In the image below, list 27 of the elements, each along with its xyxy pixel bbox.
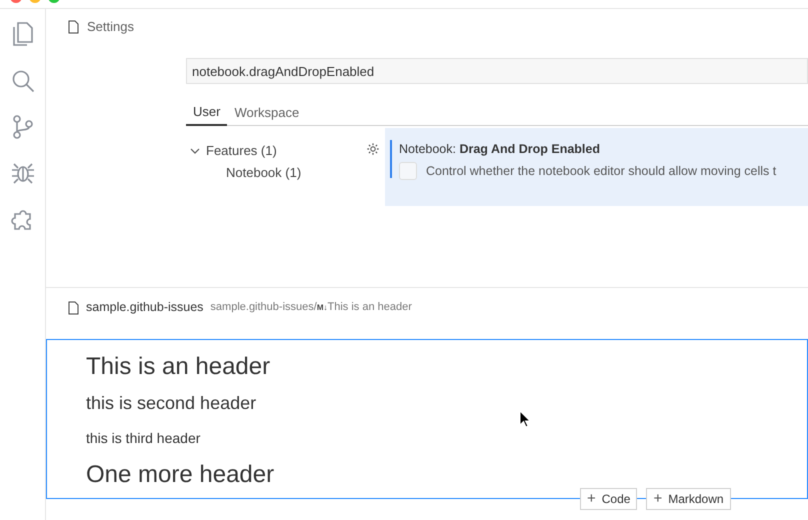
settings-tab[interactable]: Workspace — [227, 100, 306, 125]
file-icon — [68, 300, 79, 314]
setting-description: Control whether the notebook editor should allow moving cells t — [426, 162, 776, 180]
markdown-label: M↓ — [316, 302, 328, 312]
tree-item[interactable]: Features (1) — [206, 141, 277, 161]
mouse-cursor-icon — [519, 410, 531, 428]
search-icon[interactable] — [10, 69, 34, 93]
add-cell-button[interactable]: + Markdown — [646, 488, 731, 510]
breadcrumb-item[interactable]: This is an header — [327, 299, 412, 316]
settings-search-field[interactable]: notebook.dragAndDropEnabled — [186, 58, 808, 84]
chevron-icon[interactable] — [190, 146, 200, 156]
files-icon[interactable] — [10, 21, 34, 47]
add-cell-button[interactable]: + Code — [580, 488, 638, 510]
bug-icon[interactable] — [10, 161, 34, 185]
editor-tab-title[interactable]: Settings — [87, 16, 134, 36]
notebook-title: sample.github-issues — [86, 299, 204, 316]
markdown-heading: This is an header — [86, 352, 270, 382]
file-icon — [68, 20, 79, 34]
markdown-heading: this is second header — [86, 392, 256, 415]
markdown-heading: this is third header — [86, 429, 200, 448]
source-control-icon[interactable] — [12, 115, 34, 139]
setting-checkbox[interactable] — [399, 162, 417, 180]
tree-item[interactable]: Notebook (1) — [226, 163, 302, 183]
breadcrumb-path[interactable]: sample.github-issues/ — [210, 299, 317, 316]
markdown-heading: One more header — [86, 460, 274, 490]
settings-tab[interactable]: User — [186, 100, 228, 126]
setting-title: Notebook: Drag And Drop Enabled — [399, 141, 601, 158]
